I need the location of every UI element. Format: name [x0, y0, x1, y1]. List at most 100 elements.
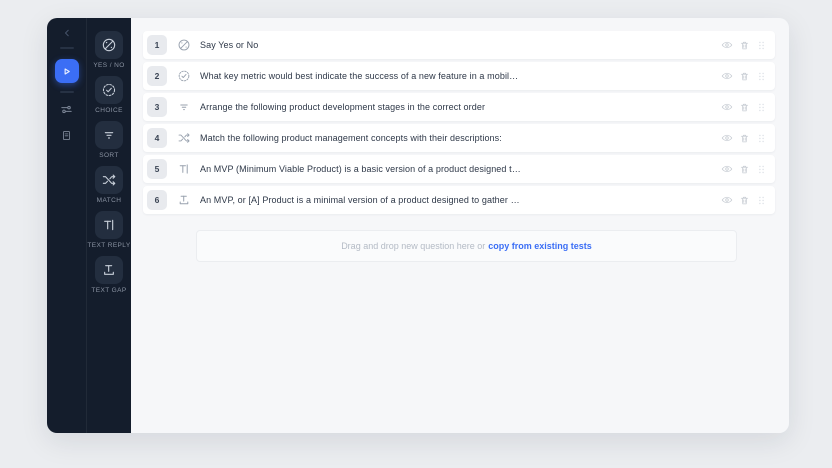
question-row-actions — [721, 101, 767, 113]
question-type-label: CHOICE — [95, 107, 123, 114]
question-row[interactable]: 1 Say Yes or No — [143, 31, 775, 59]
choice-icon — [102, 83, 116, 97]
eye-icon — [721, 165, 733, 173]
question-type-match[interactable] — [95, 166, 123, 194]
eye-icon — [721, 103, 733, 111]
question-type-label: MATCH — [96, 197, 122, 204]
delete-question-button[interactable] — [739, 102, 750, 113]
question-row[interactable]: 3 Arrange the following product developm… — [143, 93, 775, 121]
preview-question-button[interactable] — [721, 70, 733, 82]
text-reply-icon — [177, 162, 191, 176]
delete-question-button[interactable] — [739, 40, 750, 51]
chevron-left-icon — [64, 29, 69, 37]
yes-no-icon — [102, 38, 116, 52]
question-type-sort[interactable] — [95, 121, 123, 149]
eye-icon — [721, 196, 733, 204]
question-row-actions — [721, 132, 767, 144]
dropzone-text: Drag and drop new question here or — [341, 241, 486, 251]
delete-question-button[interactable] — [739, 71, 750, 82]
trash-icon — [740, 134, 749, 142]
question-number-badge: 6 — [147, 190, 167, 210]
preview-question-button[interactable] — [721, 194, 733, 206]
document-icon — [63, 131, 70, 140]
settings-tool-button[interactable] — [59, 102, 74, 117]
question-text: Arrange the following product developmen… — [200, 102, 486, 112]
delete-question-button[interactable] — [739, 164, 750, 175]
trash-icon — [740, 165, 749, 173]
copy-from-existing-tests-link[interactable]: copy from existing tests — [488, 241, 592, 251]
eye-icon — [721, 134, 733, 142]
text-gap-icon — [104, 265, 114, 275]
choice-icon — [177, 69, 191, 83]
rail-divider — [59, 47, 74, 49]
drag-handle-icon — [759, 72, 764, 80]
question-type-text-gap[interactable] — [94, 256, 123, 284]
nav-rail — [47, 18, 86, 433]
drag-handle-icon — [759, 134, 764, 142]
question-row[interactable]: 6 An MVP, or [A] Product is a minimal ve… — [143, 186, 775, 214]
rail-divider — [59, 91, 74, 93]
question-type-label: TEXT REPLY — [87, 242, 131, 249]
question-list: 1 Say Yes or No 2 What key metric would … — [143, 31, 775, 214]
drag-handle[interactable] — [756, 195, 767, 206]
question-text: What key metric would best indicate the … — [200, 71, 519, 81]
question-row[interactable]: 2 What key metric would best indicate th… — [143, 62, 775, 90]
trash-icon — [740, 41, 749, 49]
question-number-badge: 1 — [147, 35, 167, 55]
eye-icon — [721, 72, 733, 80]
drag-handle-icon — [759, 41, 764, 49]
drag-handle-icon — [759, 165, 764, 173]
delete-question-button[interactable] — [739, 195, 750, 206]
question-text: An MVP, or [A] Product is a minimal vers… — [200, 195, 520, 205]
drag-handle-icon — [759, 196, 764, 204]
preview-question-button[interactable] — [721, 132, 733, 144]
sliders-icon — [61, 105, 72, 114]
question-row[interactable]: 4 Match the following product management… — [143, 124, 775, 152]
quiz-builder-app: YES / NO CHOICE SORT MATCH TEXT REPLY TE… — [47, 18, 789, 433]
document-tool-button[interactable] — [60, 129, 73, 142]
questions-tool-button-active[interactable] — [54, 59, 79, 83]
question-text: Say Yes or No — [200, 40, 259, 50]
preview-question-button[interactable] — [721, 39, 733, 51]
question-row-actions — [721, 163, 767, 175]
preview-question-button[interactable] — [721, 101, 733, 113]
question-list-panel: 1 Say Yes or No 2 What key metric would … — [131, 18, 789, 433]
preview-question-button[interactable] — [721, 163, 733, 175]
question-text: An MVP (Minimum Viable Product) is a bas… — [200, 164, 521, 174]
drag-handle[interactable] — [756, 164, 767, 175]
question-type-palette: YES / NO CHOICE SORT MATCH TEXT REPLY TE… — [86, 18, 131, 433]
drag-handle[interactable] — [756, 133, 767, 144]
collapse-sidebar-button[interactable] — [61, 27, 73, 39]
question-type-choice[interactable] — [95, 76, 123, 104]
text-reply-icon — [104, 219, 114, 231]
question-row-actions — [721, 39, 767, 51]
question-type-yes-no[interactable] — [95, 31, 123, 59]
match-icon — [102, 174, 116, 186]
drag-handle[interactable] — [756, 102, 767, 113]
drag-handle[interactable] — [756, 40, 767, 51]
match-icon — [177, 131, 191, 145]
question-row[interactable]: 5 An MVP (Minimum Viable Product) is a b… — [143, 155, 775, 183]
question-number-badge: 5 — [147, 159, 167, 179]
question-dropzone[interactable]: Drag and drop new question here or copy … — [196, 230, 737, 262]
question-type-label: SORT — [99, 152, 119, 159]
question-row-actions — [721, 194, 767, 206]
trash-icon — [740, 196, 749, 204]
text-gap-icon — [177, 193, 191, 207]
sort-icon — [104, 132, 114, 139]
drag-handle-icon — [759, 103, 764, 111]
question-text: Match the following product management c… — [200, 133, 502, 143]
question-type-label: TEXT GAP — [91, 287, 127, 294]
question-type-label: YES / NO — [93, 62, 125, 69]
yes-no-icon — [177, 38, 191, 52]
question-type-text-reply[interactable] — [94, 211, 123, 239]
sort-icon — [177, 100, 191, 114]
trash-icon — [740, 103, 749, 111]
question-number-badge: 3 — [147, 97, 167, 117]
delete-question-button[interactable] — [739, 133, 750, 144]
trash-icon — [740, 72, 749, 80]
play-icon — [64, 67, 70, 75]
question-row-actions — [721, 70, 767, 82]
drag-handle[interactable] — [756, 71, 767, 82]
question-number-badge: 4 — [147, 128, 167, 148]
